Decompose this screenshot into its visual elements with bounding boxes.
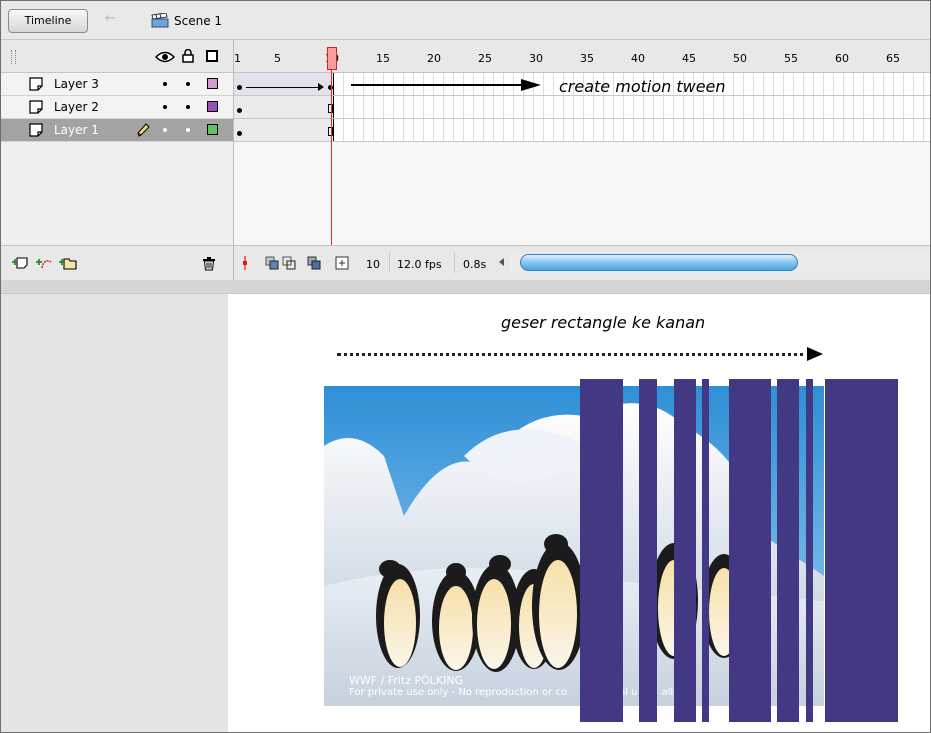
tween-arrow-head [318, 83, 324, 91]
onion-skin-outlines-icon[interactable] [282, 256, 296, 270]
layer-list: Layer 3 Layer 2 Layer 1 [1, 40, 234, 281]
layer-row-layer-2[interactable]: Layer 2 [1, 96, 233, 119]
add-motion-guide-icon[interactable] [36, 256, 52, 270]
layer-list-header [1, 40, 233, 73]
edit-bar: Timeline ← Scene 1 [1, 1, 930, 40]
visibility-dot[interactable] [163, 105, 167, 109]
photo-usage-note-start: For private use only - No reproduction o… [349, 687, 568, 698]
frame-number: 60 [835, 52, 849, 65]
add-layer-icon[interactable] [12, 256, 28, 270]
layer-icon [29, 100, 43, 114]
frame-number: 1 [234, 52, 241, 65]
divider [389, 253, 390, 273]
frame-ruler[interactable]: 1 5 10 15 20 25 30 35 40 45 50 55 60 65 [234, 40, 930, 73]
keyframe[interactable] [237, 131, 242, 136]
onion-skin-icon[interactable] [265, 256, 279, 270]
layer-icon [29, 123, 43, 137]
annotation-create-motion-tween: create motion tween [559, 77, 726, 96]
center-frame-icon[interactable] [242, 256, 248, 270]
mask-rectangle[interactable] [639, 379, 657, 722]
layer-color-swatch[interactable] [207, 101, 218, 112]
lock-dot[interactable] [186, 105, 190, 109]
frame-number: 50 [733, 52, 747, 65]
frame-row-layer-2[interactable] [234, 96, 930, 119]
flash-editor-window: Timeline ← Scene 1 Layer 3 Layer 2 Layer… [0, 0, 931, 733]
frame-number: 25 [478, 52, 492, 65]
static-frame-span[interactable] [234, 96, 334, 118]
dotted-arrow-head [807, 347, 823, 361]
annotation-move-rectangle: geser rectangle ke kanan [501, 313, 706, 332]
keyframe[interactable] [237, 85, 242, 90]
layer-color-swatch[interactable] [207, 124, 218, 135]
lock-dot[interactable] [186, 128, 190, 132]
scene-breadcrumb[interactable]: Scene 1 [174, 14, 222, 28]
frame-number: 5 [274, 52, 281, 65]
annotation-arrow-head [521, 79, 541, 91]
frame-number: 55 [784, 52, 798, 65]
layer-name[interactable]: Layer 2 [54, 100, 99, 114]
insert-folder-icon[interactable] [59, 256, 77, 270]
panel-grip[interactable] [11, 50, 16, 64]
frame-number: 45 [682, 52, 696, 65]
mask-rectangle[interactable] [806, 379, 813, 722]
annotation-arrow-line [351, 84, 521, 86]
layer-icon [29, 77, 43, 91]
tween-arrow-line [246, 87, 322, 88]
outline-icon[interactable] [206, 50, 218, 62]
visibility-dot[interactable] [163, 82, 167, 86]
frame-number: 30 [529, 52, 543, 65]
layer-row-layer-1[interactable]: Layer 1 [1, 119, 233, 142]
keyframe[interactable] [237, 108, 242, 113]
timeline-status-bar: 10 12.0 fps 0.8s [234, 245, 930, 281]
frame-row-layer-1[interactable] [234, 119, 930, 142]
frame-rate-readout[interactable]: 12.0 fps [397, 258, 442, 271]
mask-rectangle[interactable] [729, 379, 771, 722]
photo-credit: WWF / Fritz PÖLKING [349, 674, 464, 687]
playhead[interactable] [327, 47, 337, 70]
elapsed-time-readout: 0.8s [463, 258, 487, 271]
pencil-icon [137, 123, 150, 137]
mask-rectangle[interactable] [825, 379, 898, 722]
frame-number: 35 [580, 52, 594, 65]
mask-rectangle[interactable] [702, 379, 709, 722]
frame-number: 15 [376, 52, 390, 65]
layer-name[interactable]: Layer 1 [54, 123, 99, 137]
modify-onion-markers-icon[interactable] [335, 256, 349, 270]
photo-usage-note: For private use only - No reproduction o… [349, 687, 679, 698]
mask-rectangle[interactable] [674, 379, 696, 722]
scrollbar-thumb[interactable] [520, 254, 798, 271]
scroll-left-icon[interactable] [499, 258, 504, 266]
divider [454, 253, 455, 273]
trash-icon[interactable] [203, 257, 215, 271]
layer-list-footer [1, 245, 233, 281]
frame-number: 40 [631, 52, 645, 65]
back-arrow-icon[interactable]: ← [105, 12, 121, 26]
edit-multiple-frames-icon[interactable] [307, 256, 321, 270]
visibility-dot[interactable] [163, 128, 167, 132]
playhead-line [331, 70, 332, 246]
layer-row-layer-3[interactable]: Layer 3 [1, 73, 233, 96]
frame-number: 20 [427, 52, 441, 65]
timeline-panel: Layer 3 Layer 2 Layer 1 1 5 15 20 25 30 … [1, 40, 930, 281]
lock-icon[interactable] [182, 49, 194, 63]
clapperboard-icon [151, 13, 169, 28]
mask-rectangle[interactable] [777, 379, 799, 722]
mask-rectangle[interactable] [580, 379, 623, 722]
timeline-toggle-button[interactable]: Timeline [8, 9, 88, 33]
layer-color-swatch[interactable] [207, 78, 218, 89]
eye-icon[interactable] [155, 51, 175, 63]
current-frame-readout: 10 [366, 258, 380, 271]
layer-name[interactable]: Layer 3 [54, 77, 99, 91]
dotted-arrow-line [337, 353, 811, 356]
stage-divider[interactable] [1, 280, 930, 294]
frame-number: 65 [886, 52, 900, 65]
frames-grid[interactable]: 1 5 10 15 20 25 30 35 40 45 50 55 60 65 [234, 40, 930, 281]
lock-dot[interactable] [186, 82, 190, 86]
static-frame-span[interactable] [234, 119, 334, 141]
